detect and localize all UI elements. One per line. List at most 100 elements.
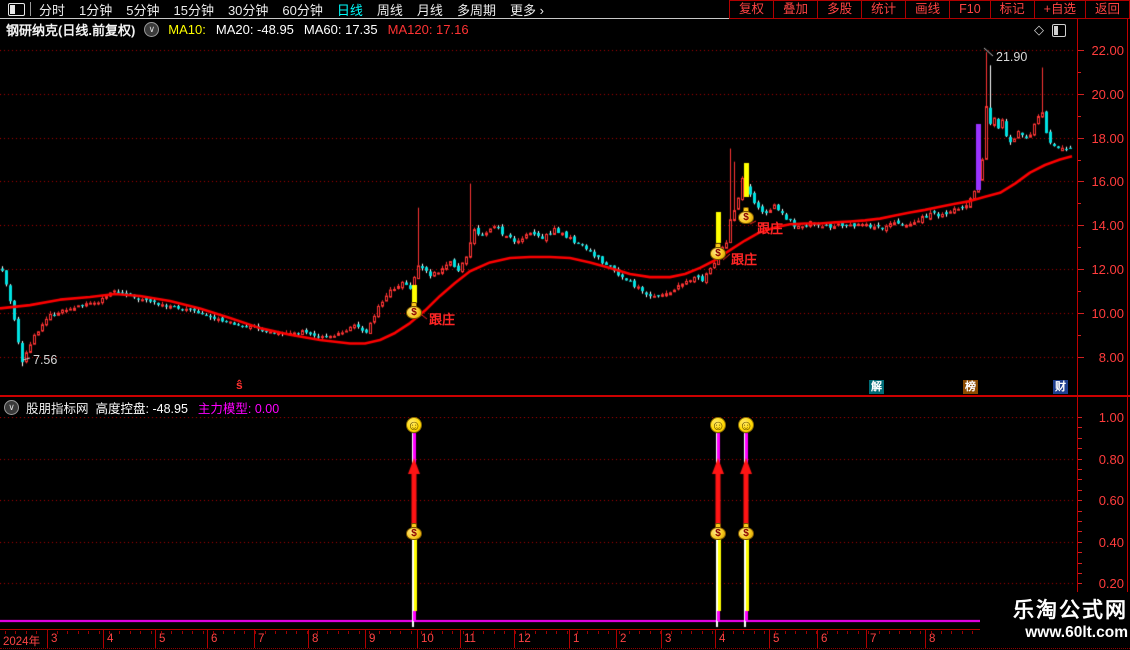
time-tick bbox=[650, 631, 651, 634]
time-tick bbox=[234, 631, 235, 634]
time-axis[interactable]: 2024年 3 4 5 6 7 8 9 10 11 12 1 2 3 4 5 6 7 8 bbox=[0, 629, 1130, 649]
time-tick bbox=[681, 631, 682, 634]
axis-tick-minor bbox=[1078, 521, 1082, 522]
axis-tick-minor bbox=[1078, 335, 1081, 336]
badge-榜[interactable]: 榜 bbox=[963, 380, 978, 394]
time-tick bbox=[691, 631, 692, 634]
candlestick-chart[interactable] bbox=[0, 40, 1077, 397]
period-tabs: 分时 1分钟 5分钟 15分钟 30分钟 60分钟 日线 周线 月线 多周期 更多 › bbox=[39, 0, 544, 18]
time-tick bbox=[567, 631, 568, 634]
toolbar-button-F10[interactable]: F10 bbox=[949, 1, 990, 18]
sell-marker: ŝ bbox=[236, 378, 243, 392]
time-tick bbox=[847, 631, 848, 634]
time-tick bbox=[941, 631, 942, 634]
axis-tick-minor bbox=[1078, 203, 1081, 204]
toolbar-period-5分钟[interactable]: 5分钟 bbox=[126, 0, 159, 19]
toolbar-period-多周期[interactable]: 多周期 bbox=[457, 0, 496, 19]
diamond-icon[interactable]: ◇ bbox=[1034, 22, 1044, 38]
smiley-icon: ☺ bbox=[710, 417, 726, 433]
toolbar-period-更多 ›[interactable]: 更多 › bbox=[510, 0, 544, 19]
toolbar-button-统计[interactable]: 统计 bbox=[861, 1, 905, 18]
month-label: 6 bbox=[211, 633, 218, 645]
watermark-url: www.60lt.com bbox=[1025, 624, 1128, 641]
toolbar-button-+自选[interactable]: +自选 bbox=[1033, 1, 1085, 18]
axis-tick-minor bbox=[1078, 469, 1082, 470]
toolbar-button-复权[interactable]: 复权 bbox=[730, 1, 773, 18]
toolbar-button-返回[interactable]: 返回 bbox=[1084, 1, 1129, 18]
time-tick bbox=[525, 631, 526, 634]
time-tick bbox=[702, 631, 703, 634]
time-tick bbox=[962, 631, 963, 634]
axis-tick-minor bbox=[1078, 573, 1082, 574]
toolbar-button-画线[interactable]: 画线 bbox=[905, 1, 949, 18]
time-tick bbox=[764, 631, 765, 634]
ma-value-1: MA20: -48.95 bbox=[215, 21, 294, 37]
split-window-icon[interactable] bbox=[1052, 23, 1066, 37]
time-tick bbox=[910, 631, 911, 634]
signal-label-genzhuang: 跟庄 bbox=[429, 312, 456, 327]
time-tick bbox=[660, 631, 661, 634]
time-tick bbox=[504, 631, 505, 634]
time-tick bbox=[671, 631, 672, 634]
axis-tick-minor bbox=[1078, 500, 1082, 501]
window-icon[interactable] bbox=[8, 3, 25, 16]
toolbar-button-标记[interactable]: 标记 bbox=[989, 1, 1034, 18]
time-tick bbox=[743, 631, 744, 634]
toolbar-period-分时[interactable]: 分时 bbox=[39, 0, 65, 19]
time-tick bbox=[733, 631, 734, 634]
axis-tick-minor bbox=[1078, 448, 1082, 449]
indicator-field-1: 主力模型: 0.00 bbox=[197, 401, 280, 416]
chevron-down-icon[interactable]: ∨ bbox=[144, 21, 160, 37]
month-label: 5 bbox=[773, 633, 780, 645]
time-tick bbox=[327, 631, 328, 634]
time-tick bbox=[972, 631, 973, 634]
axis-tick bbox=[1078, 313, 1084, 314]
time-tick bbox=[421, 631, 422, 634]
watermark: 乐淘公式网 www.60lt.com bbox=[980, 592, 1130, 648]
stock-title: 钢研纳克(日线.前复权) bbox=[6, 22, 136, 38]
badge-解[interactable]: 解 bbox=[869, 380, 884, 394]
smiley-icon: ☺ bbox=[738, 417, 754, 433]
month-separator bbox=[417, 630, 418, 648]
toolbar-period-60分钟[interactable]: 60分钟 bbox=[282, 0, 322, 19]
year-label: 2024年 bbox=[3, 636, 41, 648]
time-tick bbox=[463, 631, 464, 634]
toolbar-button-多股[interactable]: 多股 bbox=[817, 1, 861, 18]
indicator-chart[interactable] bbox=[0, 417, 1077, 629]
signal-label-genzhuang: 跟庄 bbox=[731, 252, 758, 267]
chevron-down-icon[interactable]: ∨ bbox=[4, 399, 19, 415]
month-label: 5 bbox=[159, 633, 166, 645]
price-axis-label: 16.00 bbox=[1091, 174, 1124, 189]
toolbar-period-日线[interactable]: 日线 bbox=[337, 0, 363, 19]
time-tick bbox=[359, 631, 360, 634]
time-tick bbox=[57, 631, 58, 634]
toolbar-period-15分钟[interactable]: 15分钟 bbox=[173, 0, 213, 19]
axis-tick-minor bbox=[1078, 459, 1082, 460]
month-separator bbox=[365, 630, 366, 648]
info-bar: 钢研纳克(日线.前复权) ∨ MA10: MA20: -48.95 MA60: 17… bbox=[0, 19, 1082, 39]
time-tick bbox=[109, 631, 110, 634]
axis-tick-minor bbox=[1078, 552, 1082, 553]
month-label: 8 bbox=[312, 633, 319, 645]
toolbar-period-月线[interactable]: 月线 bbox=[417, 0, 443, 19]
axis-tick-minor bbox=[1078, 479, 1082, 480]
time-tick bbox=[275, 631, 276, 634]
badge-财[interactable]: 财 bbox=[1053, 380, 1068, 394]
month-separator bbox=[155, 630, 156, 648]
time-tick bbox=[920, 631, 921, 634]
time-tick bbox=[806, 631, 807, 634]
toolbar-period-30分钟[interactable]: 30分钟 bbox=[228, 0, 268, 19]
time-tick bbox=[36, 631, 37, 634]
indicator-values: 高度控盘: -48.95 主力模型: 0.00 bbox=[96, 398, 280, 417]
time-tick bbox=[483, 631, 484, 634]
toolbar-period-1分钟[interactable]: 1分钟 bbox=[79, 0, 112, 19]
axis-tick-minor bbox=[1078, 247, 1081, 248]
time-tick bbox=[26, 631, 27, 634]
time-tick bbox=[598, 631, 599, 634]
time-tick bbox=[15, 631, 16, 634]
time-tick bbox=[296, 631, 297, 634]
toolbar-button-叠加[interactable]: 叠加 bbox=[773, 1, 817, 18]
time-tick bbox=[161, 631, 162, 634]
indicator-header: ∨ 股朋指标网 高度控盘: -48.95 主力模型: 0.00 bbox=[0, 398, 280, 417]
toolbar-period-周线[interactable]: 周线 bbox=[377, 0, 403, 19]
